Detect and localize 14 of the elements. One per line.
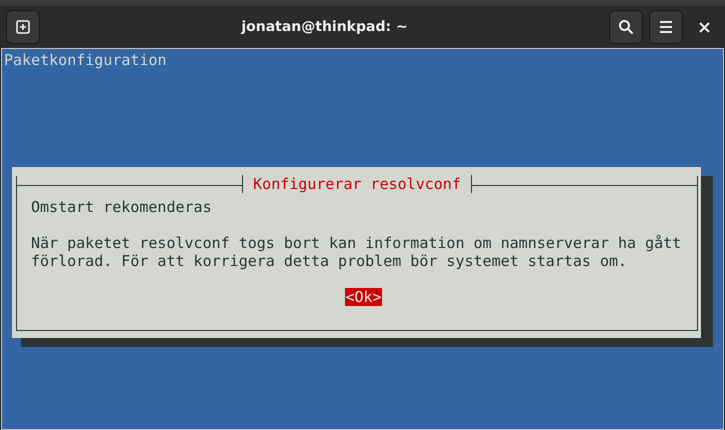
back-title: Paketkonfiguration	[3, 50, 167, 69]
search-icon	[618, 19, 634, 35]
message-line: förlorad. För att korrigera detta problem bör systemet startas om.	[31, 252, 628, 270]
ok-button[interactable]: <Ok>	[345, 288, 382, 306]
new-tab-button[interactable]	[6, 10, 40, 44]
menu-button[interactable]	[649, 10, 683, 44]
new-tab-icon	[15, 19, 31, 35]
search-button[interactable]	[609, 10, 643, 44]
menu-icon	[659, 21, 673, 33]
message-line: När paketet resolvconf togs bort kan information om namnserverar ha gått	[31, 234, 682, 252]
dialog-title: Konfigurerar resolvconf	[242, 175, 472, 193]
close-icon	[698, 22, 710, 32]
dialog-heading: Omstart rekomenderas	[31, 198, 212, 216]
window-title: jonatan@thinkpad: ~	[240, 19, 409, 35]
